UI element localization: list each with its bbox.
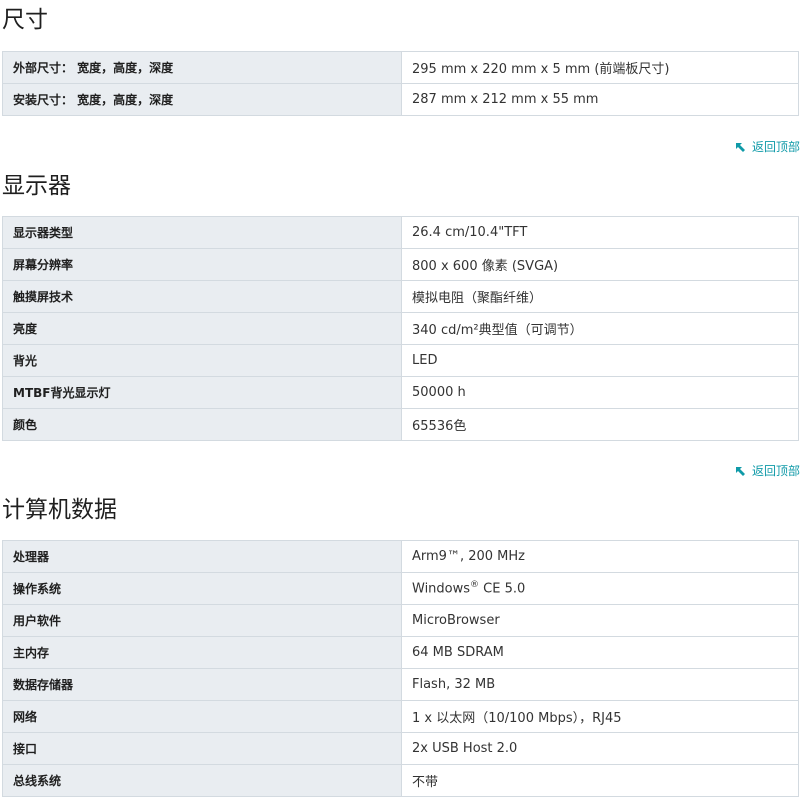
- row-value: 1 x 以太网（10/100 Mbps），RJ45: [401, 700, 799, 733]
- row-label: 背光: [2, 344, 402, 377]
- row-value: Flash, 32 MB: [401, 668, 799, 701]
- row-value: Windows® CE 5.0: [401, 572, 799, 605]
- section-title-display: 显示器: [2, 173, 71, 199]
- row-value: 50000 h: [401, 376, 799, 409]
- row-label: 数据存储器: [2, 668, 402, 701]
- row-label: 触摸屏技术: [2, 280, 402, 313]
- row-label: 显示器类型: [2, 216, 402, 249]
- registered-mark: ®: [470, 580, 480, 591]
- row-value: 26.4 cm/10.4"TFT: [401, 216, 799, 249]
- arrow-up-left-icon: [735, 142, 745, 152]
- table-row: 网络 1 x 以太网（10/100 Mbps），RJ45: [2, 700, 799, 733]
- row-value: 不带: [401, 764, 799, 797]
- row-value: Arm9™, 200 MHz: [401, 540, 799, 573]
- computer-data-table: 处理器 Arm9™, 200 MHz 操作系统 Windows® CE 5.0 …: [2, 540, 799, 797]
- row-label: MTBF背光显示灯: [2, 376, 402, 409]
- row-value: MicroBrowser: [401, 604, 799, 637]
- table-row: 亮度 340 cd/m²典型值（可调节）: [2, 312, 799, 345]
- row-value: 295 mm x 220 mm x 5 mm (前端板尺寸): [401, 51, 799, 84]
- table-row: 接口 2x USB Host 2.0: [2, 732, 799, 765]
- row-value: 64 MB SDRAM: [401, 636, 799, 669]
- back-to-top-link[interactable]: 返回顶部: [735, 140, 800, 154]
- row-value: LED: [401, 344, 799, 377]
- table-row: 颜色 65536色: [2, 408, 799, 441]
- table-row: 用户软件 MicroBrowser: [2, 604, 799, 637]
- row-value: 800 x 600 像素 (SVGA): [401, 248, 799, 281]
- dimensions-table: 外部尺寸： 宽度，高度，深度 295 mm x 220 mm x 5 mm (前…: [2, 51, 799, 116]
- row-label: 颜色: [2, 408, 402, 441]
- back-to-top-label: 返回顶部: [751, 140, 800, 154]
- table-row: 外部尺寸： 宽度，高度，深度 295 mm x 220 mm x 5 mm (前…: [2, 51, 799, 84]
- table-row: 处理器 Arm9™, 200 MHz: [2, 540, 799, 573]
- section-title-computer-data: 计算机数据: [2, 497, 117, 523]
- row-label: 安装尺寸： 宽度，高度，深度: [2, 83, 402, 116]
- table-row: 显示器类型 26.4 cm/10.4"TFT: [2, 216, 799, 249]
- table-row: 主内存 64 MB SDRAM: [2, 636, 799, 669]
- row-value: 65536色: [401, 408, 799, 441]
- row-label: 操作系统: [2, 572, 402, 605]
- os-name: Windows: [412, 581, 471, 597]
- row-label: 接口: [2, 732, 402, 765]
- table-row: 安装尺寸： 宽度，高度，深度 287 mm x 212 mm x 55 mm: [2, 83, 799, 116]
- arrow-up-left-icon: [735, 466, 745, 476]
- back-to-top-label: 返回顶部: [751, 464, 800, 478]
- row-label: 主内存: [2, 636, 402, 669]
- row-label: 用户软件: [2, 604, 402, 637]
- table-row: 数据存储器 Flash, 32 MB: [2, 668, 799, 701]
- row-label: 外部尺寸： 宽度，高度，深度: [2, 51, 402, 84]
- section-title-dimensions: 尺寸: [2, 7, 48, 33]
- table-row: 背光 LED: [2, 344, 799, 377]
- back-to-top-link[interactable]: 返回顶部: [735, 464, 800, 478]
- row-label: 处理器: [2, 540, 402, 573]
- row-label: 屏幕分辨率: [2, 248, 402, 281]
- row-value: 287 mm x 212 mm x 55 mm: [401, 83, 799, 116]
- row-label: 网络: [2, 700, 402, 733]
- table-row: 触摸屏技术 模拟电阻（聚酯纤维）: [2, 280, 799, 313]
- os-version: CE 5.0: [479, 581, 526, 597]
- table-row: 总线系统 不带: [2, 764, 799, 797]
- table-row: MTBF背光显示灯 50000 h: [2, 376, 799, 409]
- display-table: 显示器类型 26.4 cm/10.4"TFT 屏幕分辨率 800 x 600 像…: [2, 216, 799, 441]
- row-value: 340 cd/m²典型值（可调节）: [401, 312, 799, 345]
- row-label: 亮度: [2, 312, 402, 345]
- row-label: 总线系统: [2, 764, 402, 797]
- table-row: 屏幕分辨率 800 x 600 像素 (SVGA): [2, 248, 799, 281]
- row-value: 模拟电阻（聚酯纤维）: [401, 280, 799, 313]
- row-value: 2x USB Host 2.0: [401, 732, 799, 765]
- table-row: 操作系统 Windows® CE 5.0: [2, 572, 799, 605]
